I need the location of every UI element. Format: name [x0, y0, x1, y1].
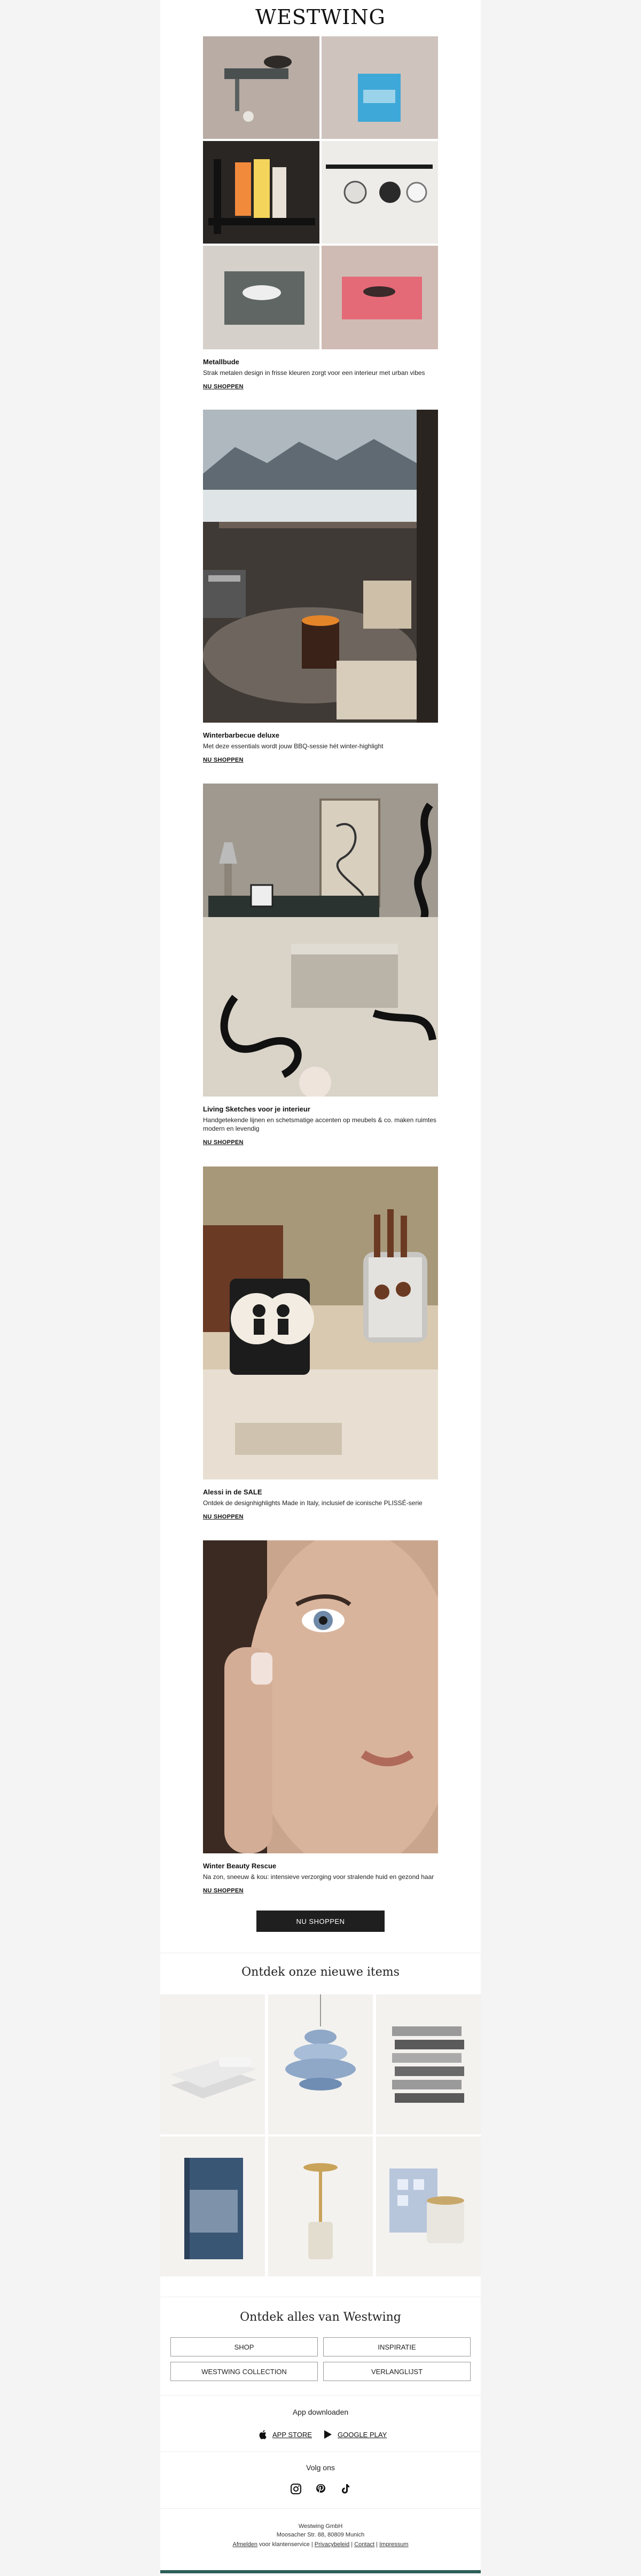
feature-title: Alessi in de SALE: [203, 1488, 262, 1496]
app-store-label: APP STORE: [272, 2430, 312, 2439]
tiktok-icon[interactable]: [339, 2483, 351, 2495]
feature-description: Na zon, sneeuw & kou: intensieve verzorg…: [203, 1873, 434, 1881]
feature-title: Metallbude: [203, 358, 239, 366]
wishlist-button[interactable]: VERLANGLIJST: [323, 2362, 471, 2381]
feature-title: Winterbarbecue deluxe: [203, 731, 279, 739]
feature-image-winterbarbecue[interactable]: [203, 410, 438, 723]
imprint-link[interactable]: Impressum: [379, 2541, 408, 2548]
feature-image-winter-beauty[interactable]: [203, 1540, 438, 1853]
privacy-link[interactable]: Privacybeleid: [315, 2541, 349, 2548]
new-items-title: Ontdek onze nieuwe items: [241, 1966, 400, 1979]
shop-button[interactable]: SHOP: [170, 2337, 318, 2356]
product-book[interactable]: [160, 2136, 265, 2276]
footer-address: Moosacher Str. 88, 80809 Munich: [276, 2532, 365, 2538]
shop-now-link[interactable]: NU SHOPPEN: [203, 383, 244, 390]
westwing-collection-button[interactable]: WESTWING COLLECTION: [170, 2362, 318, 2381]
product-table-lamp[interactable]: [268, 2136, 373, 2276]
shop-now-link[interactable]: NU SHOPPEN: [203, 757, 244, 763]
pinterest-icon[interactable]: [314, 2483, 327, 2495]
inspiration-button[interactable]: INSPIRATIE: [323, 2337, 471, 2356]
product-pendant-lamp[interactable]: [268, 1994, 373, 2134]
divider: [160, 2508, 481, 2509]
product-stacked-shelf[interactable]: [376, 1994, 481, 2134]
footer-company: Westwing GmbH: [298, 2523, 343, 2530]
feature-description: Ontdek de designhighlights Made in Italy…: [203, 1499, 423, 1507]
feature-description: Met deze essentials wordt jouw BBQ-sessi…: [203, 742, 384, 750]
footer-links: Afmelden voor klantenservice | Privacybe…: [232, 2541, 409, 2548]
feature-description: Handgetekende lijnen en schetsmatige acc…: [203, 1116, 436, 1132]
product-candle-set[interactable]: [376, 2136, 481, 2276]
app-download-title: App downloaden: [292, 2408, 349, 2416]
feature-title: Living Sketches voor je interieur: [203, 1105, 310, 1113]
instagram-icon[interactable]: [290, 2483, 302, 2495]
follow-us-title: Volg ons: [306, 2463, 335, 2472]
westwing-logo[interactable]: WESTWING: [160, 5, 481, 29]
feature-description: Strak metalen design in frisse kleuren z…: [203, 369, 425, 377]
bottom-accent-bar: [160, 2570, 481, 2573]
google-play-label: GOOGLE PLAY: [338, 2430, 387, 2439]
email-body: WESTWING Metallbude Strak metalen design…: [160, 0, 481, 2576]
google-play-icon: [324, 2430, 332, 2439]
shop-now-link[interactable]: NU SHOPPEN: [203, 1514, 244, 1520]
shop-now-link[interactable]: NU SHOPPEN: [203, 1139, 244, 1146]
shop-now-link[interactable]: NU SHOPPEN: [203, 1888, 244, 1894]
discover-all-title: Ontdek alles van Westwing: [240, 2311, 401, 2324]
main-shop-now-button[interactable]: NU SHOPPEN: [256, 1911, 385, 1932]
feature-image-alessi[interactable]: [203, 1166, 438, 1479]
contact-link[interactable]: Contact: [354, 2541, 374, 2548]
unsubscribe-link[interactable]: Afmelden: [232, 2541, 257, 2548]
footer-links-text: voor klantenservice: [259, 2541, 310, 2548]
feature-image-metallbude[interactable]: [203, 36, 438, 349]
google-play-link[interactable]: GOOGLE PLAY: [324, 2430, 387, 2439]
feature-image-living-sketches[interactable]: [203, 784, 438, 1097]
product-bed[interactable]: [160, 1994, 265, 2134]
app-store-link[interactable]: APP STORE: [259, 2430, 312, 2439]
apple-icon: [259, 2430, 267, 2439]
feature-title: Winter Beauty Rescue: [203, 1862, 277, 1870]
